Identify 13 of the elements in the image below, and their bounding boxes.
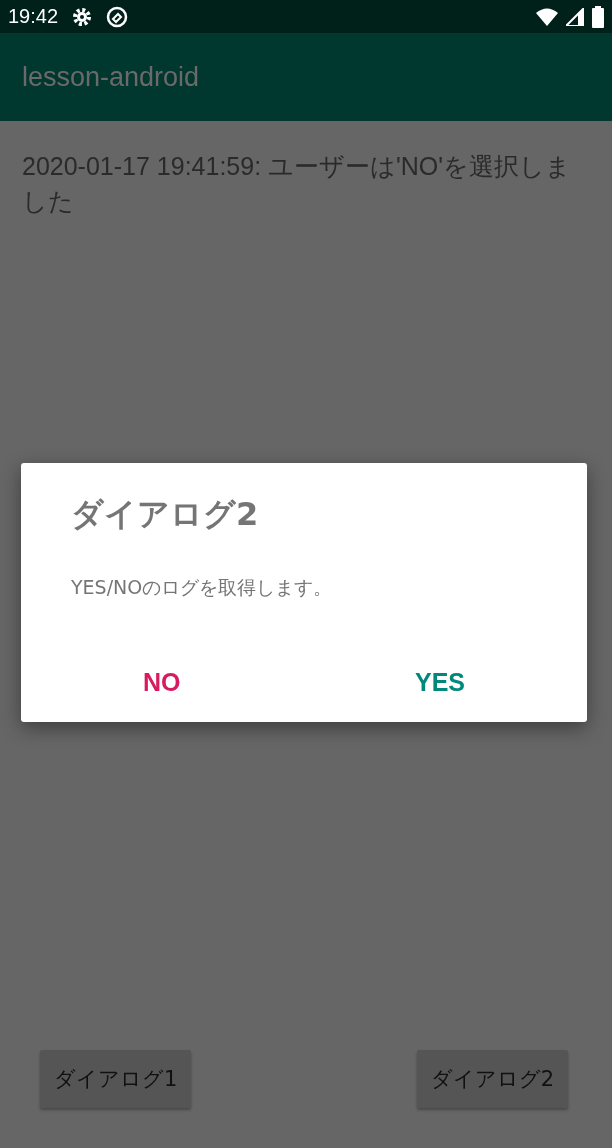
- log-text: 2020-01-17 19:41:59: ユーザーは'NO'を選択しました: [22, 151, 573, 217]
- dialog-button[interactable]: ダイアログ2: [416, 1050, 568, 1108]
- dialog-button[interactable]: ダイアログ1: [40, 1050, 192, 1108]
- yes-button[interactable]: YES: [402, 661, 477, 703]
- wifi-icon: [536, 7, 558, 26]
- battery-icon: [592, 5, 604, 28]
- status-time: 19:42: [8, 5, 59, 28]
- signal-icon: [566, 7, 584, 26]
- no-button[interactable]: NO: [131, 661, 193, 703]
- dialog-title: ダイアログ2: [71, 494, 260, 535]
- dialog-message: YES/NOのログを取得します。: [71, 575, 334, 600]
- app-title: lesson-android: [22, 61, 200, 93]
- gear-icon: [72, 6, 93, 27]
